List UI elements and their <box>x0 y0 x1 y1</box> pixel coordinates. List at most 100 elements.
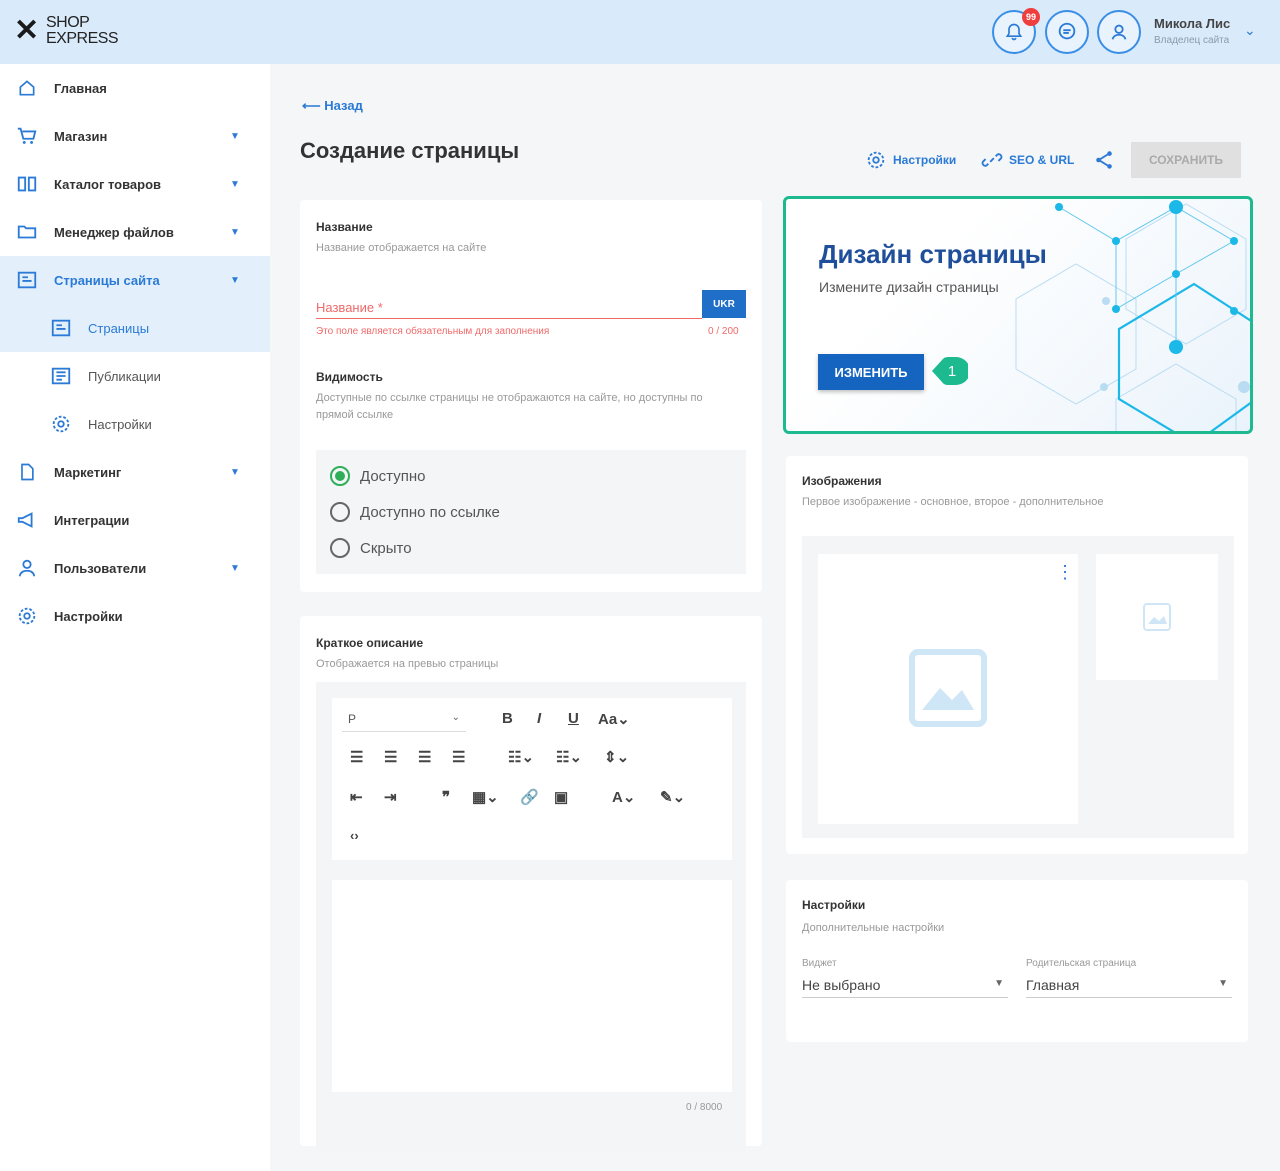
radio-selected-icon <box>330 466 350 486</box>
settings-title: Настройки <box>802 898 866 912</box>
gear-icon <box>16 605 38 627</box>
sidebar-item-marketing[interactable]: Маркетинг ▼ <box>0 448 270 496</box>
language-button[interactable]: UKR <box>702 290 746 318</box>
secondary-image-slot[interactable] <box>1096 554 1218 680</box>
cart-icon <box>16 125 38 147</box>
shop-express-logo[interactable]: ✕ SHOP EXPRESS <box>14 14 134 50</box>
sidebar-item-publications[interactable]: Публикации <box>0 352 270 400</box>
sidebar-item-pages[interactable]: Страницы <box>0 304 270 352</box>
format-select[interactable]: P ⌄ <box>342 708 466 732</box>
underline-icon[interactable]: U <box>568 710 579 727</box>
quote-icon[interactable]: ❞ <box>442 788 450 806</box>
sidebar-item-catalog[interactable]: Каталог товаров ▼ <box>0 160 270 208</box>
images-card: Изображения Первое изображение - основно… <box>786 456 1248 854</box>
home-icon <box>16 77 38 99</box>
chevron-down-icon[interactable]: ⌄ <box>1244 22 1256 39</box>
parent-page-label: Родительская страница <box>1026 958 1137 969</box>
description-subtitle: Отображается на превью страницы <box>316 658 499 670</box>
align-left-icon[interactable]: ☰ <box>350 748 363 766</box>
link-icon[interactable]: 🔗 <box>520 788 539 806</box>
sidebar-item-label: Каталог товаров <box>54 176 162 192</box>
sidebar-item-users[interactable]: Пользователи ▼ <box>0 544 270 592</box>
widget-select[interactable]: Виджет Не выбрано ▼ <box>802 958 1008 998</box>
align-right-icon[interactable]: ☰ <box>418 748 431 766</box>
numbered-list-icon[interactable]: ☷⌄ <box>556 748 582 766</box>
change-design-button[interactable]: ИЗМЕНИТЬ <box>818 354 924 390</box>
parent-page-value: Главная <box>1026 977 1080 993</box>
logo-text-line2: EXPRESS <box>46 30 119 47</box>
sidebar-item-shop[interactable]: Магазин ▼ <box>0 112 270 160</box>
visibility-option-hidden[interactable]: Скрыто <box>330 538 412 558</box>
sidebar-item-label: Страницы сайта <box>54 273 160 288</box>
name-error: Это поле является обязательным для запол… <box>316 326 550 337</box>
images-subtitle: Первое изображение - основное, второе - … <box>802 496 1104 508</box>
step-number: 1 <box>948 363 956 380</box>
share-icon <box>1096 151 1112 169</box>
more-vertical-icon[interactable]: ⋮ <box>1056 562 1074 583</box>
users-icon <box>16 557 38 579</box>
bold-icon[interactable]: B <box>502 710 513 727</box>
main-image-slot[interactable]: ⋮ <box>818 554 1078 824</box>
user-icon <box>1111 24 1127 40</box>
save-button[interactable]: СОХРАНИТЬ <box>1131 142 1241 178</box>
font-case-icon[interactable]: Aa⌄ <box>598 710 630 728</box>
editor-toolbar: P ⌄ B I U Aa⌄ ☰ ☰ ☰ ☰ ☷⌄ ☷⌄ ⇕⌄ ⇤ ⇥ ❞ ▦⌄ … <box>332 698 732 860</box>
megaphone-icon <box>16 509 38 531</box>
sidebar-item-label: Магазин <box>54 128 108 144</box>
line-height-icon[interactable]: ⇕⌄ <box>604 748 629 766</box>
caret-down-icon: ▼ <box>230 466 240 478</box>
align-justify-icon[interactable]: ☰ <box>452 748 465 766</box>
name-field-label[interactable]: Название * <box>316 300 383 315</box>
sidebar-item-label: Пользователи <box>54 560 147 576</box>
pages-icon <box>16 269 38 291</box>
caret-down-icon: ▼ <box>230 562 240 574</box>
sidebar-item-settings[interactable]: Настройки <box>0 592 270 640</box>
share-button[interactable] <box>1093 147 1115 173</box>
parent-page-select[interactable]: Родительская страница Главная ▼ <box>1026 958 1232 998</box>
messages-button[interactable] <box>1045 10 1089 54</box>
name-title: Название <box>316 220 373 234</box>
table-icon[interactable]: ▦⌄ <box>472 788 499 806</box>
hexagon-pattern-illustration <box>1015 200 1250 431</box>
notifications-button[interactable]: 99 <box>992 8 1040 54</box>
image-icon[interactable]: ▣ <box>554 788 568 806</box>
radio-icon <box>330 538 350 558</box>
highlight-icon[interactable]: ✎⌄ <box>660 788 685 806</box>
seo-url-button[interactable]: SEO & URL <box>981 147 1074 173</box>
sidebar-item-label: Настройки <box>88 416 152 432</box>
visibility-option-available[interactable]: Доступно <box>330 466 425 486</box>
align-center-icon[interactable]: ☰ <box>384 748 397 766</box>
sidebar-item-home[interactable]: Главная <box>0 64 270 112</box>
name-input[interactable] <box>316 318 702 319</box>
sidebar-item-pages-settings[interactable]: Настройки <box>0 400 270 448</box>
chat-icon <box>1058 22 1076 40</box>
image-placeholder-icon <box>909 649 987 727</box>
text-color-icon[interactable]: A⌄ <box>612 788 635 806</box>
editor-text-area[interactable] <box>332 880 732 1092</box>
outdent-icon[interactable]: ⇤ <box>350 788 363 806</box>
visibility-option-by-link[interactable]: Доступно по ссылке <box>330 502 500 522</box>
link-icon <box>981 153 1003 167</box>
bullet-list-icon[interactable]: ☷⌄ <box>508 748 534 766</box>
code-view-icon[interactable]: ‹› <box>350 828 359 843</box>
description-card: Краткое описание Отображается на превью … <box>300 616 762 1152</box>
user-name[interactable]: Микола Лис <box>1154 16 1230 31</box>
seo-label: SEO & URL <box>1009 153 1075 167</box>
profile-button[interactable] <box>1097 10 1141 54</box>
user-role: Владелец сайта <box>1154 35 1230 46</box>
tag-icon <box>16 461 38 483</box>
back-link[interactable]: ⟵ Назад <box>302 98 363 114</box>
option-label: Скрыто <box>360 539 412 557</box>
step-marker: 1 <box>932 357 968 385</box>
settings-button[interactable]: Настройки <box>865 147 956 173</box>
top-bar: ✕ SHOP EXPRESS 99 Микола Лис Владелец са… <box>0 0 1280 64</box>
sidebar-item-integrations[interactable]: Интеграции <box>0 496 270 544</box>
indent-icon[interactable]: ⇥ <box>384 788 397 806</box>
italic-icon[interactable]: I <box>537 710 541 727</box>
newspaper-icon <box>50 365 72 387</box>
sidebar-item-label: Публикации <box>88 368 161 384</box>
visibility-options: Доступно Доступно по ссылке Скрыто <box>316 450 746 574</box>
rich-text-editor: P ⌄ B I U Aa⌄ ☰ ☰ ☰ ☰ ☷⌄ ☷⌄ ⇕⌄ ⇤ ⇥ ❞ ▦⌄ … <box>316 682 746 1152</box>
sidebar-item-label: Маркетинг <box>54 464 122 480</box>
sidebar-item-file-manager[interactable]: Менеджер файлов ▼ <box>0 208 270 256</box>
